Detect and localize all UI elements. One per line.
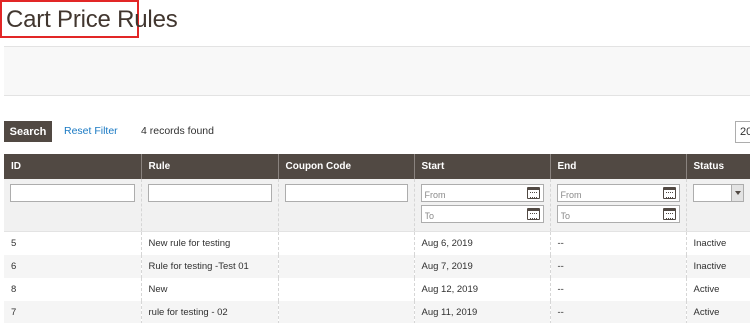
filter-end-from[interactable] — [556, 184, 680, 203]
search-button[interactable]: Search — [4, 121, 52, 142]
filter-coupon-input[interactable] — [284, 184, 408, 202]
cell-coupon — [277, 300, 414, 323]
column-header-coupon-code[interactable]: Coupon Code — [277, 154, 414, 179]
cell-start: Aug 6, 2019 — [413, 231, 550, 255]
column-header-end[interactable]: End — [549, 154, 686, 179]
filter-start-from[interactable] — [420, 184, 544, 203]
page-actions-bar — [4, 46, 750, 96]
cell-status: Inactive — [685, 254, 750, 278]
cell-end: -- — [549, 300, 686, 323]
calendar-icon[interactable] — [526, 208, 540, 220]
cell-start: Aug 11, 2019 — [413, 300, 550, 323]
cell-end: -- — [549, 231, 686, 255]
chevron-down-icon[interactable] — [731, 185, 743, 201]
calendar-icon[interactable] — [662, 208, 676, 220]
cell-id: 7 — [4, 300, 141, 323]
filter-start-to-input[interactable] — [421, 208, 543, 224]
filter-cell-coupon — [277, 179, 414, 232]
filter-end-to[interactable] — [556, 205, 680, 224]
per-page-select[interactable]: 20 — [735, 121, 750, 143]
cell-rule: New rule for testing — [140, 231, 278, 255]
cell-start: Aug 12, 2019 — [413, 277, 550, 301]
cell-id: 6 — [4, 254, 141, 278]
cell-start: Aug 7, 2019 — [413, 254, 550, 278]
table-row[interactable]: 6 Rule for testing -Test 01 Aug 7, 2019 … — [4, 254, 750, 278]
cell-coupon — [277, 277, 414, 301]
column-header-rule[interactable]: Rule — [140, 154, 278, 179]
cell-coupon — [277, 254, 414, 278]
calendar-icon[interactable] — [526, 187, 540, 199]
cell-rule: rule for testing - 02 — [140, 300, 278, 323]
grid-header-row: ID Rule Coupon Code Start End Status — [4, 154, 750, 179]
cell-status: Active — [685, 277, 750, 301]
filter-id-input[interactable] — [10, 184, 135, 202]
rules-grid: ID Rule Coupon Code Start End Status Fro… — [4, 154, 750, 323]
filter-start-to[interactable] — [420, 205, 544, 224]
page-title: Cart Price Rules — [6, 6, 178, 33]
cell-id: 8 — [11, 283, 17, 295]
filter-cell-id — [4, 179, 141, 232]
page-title-highlight: Cart Price Rules — [0, 0, 178, 38]
cell-rule: Rule for testing -Test 01 — [140, 254, 278, 278]
cell-id: 5 — [11, 237, 17, 249]
cell-status: Inactive — [685, 231, 750, 255]
column-header-start[interactable]: Start — [413, 154, 550, 179]
table-row[interactable]: 7 rule for testing - 02 Aug 11, 2019 -- … — [4, 300, 750, 323]
filter-end-from-input[interactable] — [557, 187, 679, 203]
cell-rule: New — [140, 277, 278, 301]
filter-status-select[interactable] — [692, 184, 744, 202]
cell-end: -- — [549, 277, 686, 301]
filter-end-to-input[interactable] — [557, 208, 679, 224]
cell-coupon — [277, 231, 414, 255]
cell-end: -- — [549, 254, 686, 278]
filter-cell-status — [685, 179, 750, 232]
filter-cell-start — [413, 179, 550, 232]
table-row[interactable]: 5 New rule for testing Aug 6, 2019 -- In… — [4, 231, 750, 255]
cell-status: Active — [685, 300, 750, 323]
filter-rule-input[interactable] — [147, 184, 272, 202]
records-count: 4 records found — [141, 125, 214, 137]
filter-start-from-input[interactable] — [421, 187, 543, 203]
calendar-icon[interactable] — [662, 187, 676, 199]
filter-row — [4, 179, 750, 232]
table-row[interactable]: 8 New Aug 12, 2019 -- Active — [4, 277, 750, 301]
column-header-status[interactable]: Status — [685, 154, 750, 179]
filter-cell-rule — [140, 179, 278, 232]
column-header-id[interactable]: ID — [4, 154, 141, 179]
reset-filter-link[interactable]: Reset Filter — [64, 125, 118, 137]
filter-cell-end — [549, 179, 686, 232]
